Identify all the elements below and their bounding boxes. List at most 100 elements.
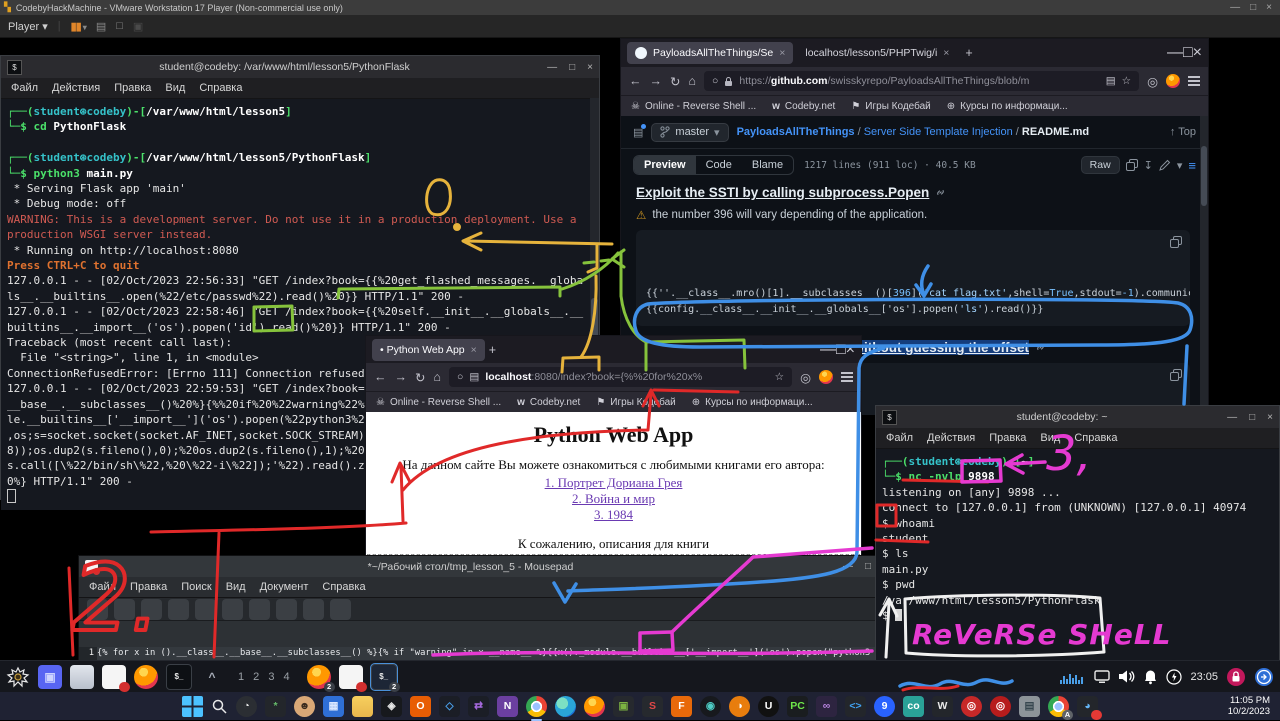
edge-browser[interactable] bbox=[555, 696, 576, 717]
maximize-icon[interactable]: □ bbox=[836, 341, 846, 358]
toolbar-button[interactable] bbox=[87, 599, 108, 620]
scrollbar-thumb[interactable] bbox=[1201, 146, 1207, 206]
forward-icon[interactable]: → bbox=[650, 74, 663, 88]
toolbar-button[interactable] bbox=[249, 599, 270, 620]
menu-actions[interactable]: Действия bbox=[927, 432, 975, 444]
close-icon[interactable]: × bbox=[1267, 412, 1273, 423]
link-icon[interactable] bbox=[935, 187, 946, 198]
minimize-icon[interactable]: — bbox=[1227, 412, 1237, 423]
toolbar-button[interactable] bbox=[276, 599, 297, 620]
mousepad-window[interactable] bbox=[339, 665, 363, 689]
screen-lock-icon[interactable] bbox=[1226, 667, 1246, 687]
red-gear-app[interactable]: ◎ bbox=[961, 696, 982, 717]
updates-icon[interactable] bbox=[1254, 667, 1274, 687]
menu-edit[interactable]: Правка bbox=[114, 82, 151, 94]
wasp-app[interactable]: W bbox=[932, 696, 953, 717]
minimize-icon[interactable]: — bbox=[820, 341, 836, 358]
minimize-icon[interactable]: — bbox=[547, 62, 557, 73]
green-app[interactable]: * bbox=[265, 696, 286, 717]
download-icon[interactable]: ↧ bbox=[1144, 159, 1153, 172]
book-link-1[interactable]: 1. Портрет Дориана Грея bbox=[545, 475, 683, 490]
mousepad-window-controls[interactable]: —□ bbox=[843, 561, 871, 572]
breadcrumb-folder[interactable]: Server Side Template Injection bbox=[864, 126, 1013, 138]
new-tab-button[interactable]: + bbox=[489, 343, 496, 357]
ctrl-alt-del-icon[interactable]: ▤ bbox=[96, 20, 106, 33]
link-icon[interactable] bbox=[1035, 342, 1046, 353]
bookmark-star-icon[interactable]: ☆ bbox=[1122, 75, 1131, 87]
pie-app[interactable]: ◕ bbox=[1077, 696, 1098, 717]
firefox-launcher[interactable] bbox=[134, 665, 158, 689]
view-switcher[interactable]: Preview Code Blame bbox=[633, 155, 794, 175]
toolbar-button[interactable] bbox=[114, 599, 135, 620]
forward-icon[interactable]: → bbox=[395, 370, 408, 384]
pocket-shield-icon[interactable]: ◎ bbox=[1147, 74, 1158, 89]
github-urlbar[interactable]: ○ https://github.com/swisskyrepo/Payload… bbox=[704, 71, 1139, 91]
breadcrumb-repo[interactable]: PayloadsAllTheThings bbox=[737, 126, 855, 138]
github-scrollbar[interactable] bbox=[1200, 116, 1208, 415]
raw-button[interactable]: Raw bbox=[1081, 156, 1120, 174]
pycharm-app[interactable]: PC bbox=[787, 696, 808, 717]
firefox-account-icon[interactable] bbox=[1166, 74, 1180, 88]
fullscreen-icon[interactable]: □ bbox=[116, 20, 123, 32]
pocket-shield-icon[interactable]: ◎ bbox=[800, 370, 811, 385]
file-tree-icon[interactable]: ▤ bbox=[633, 126, 643, 139]
blender-app[interactable]: ◑ bbox=[729, 696, 750, 717]
copy-icon[interactable] bbox=[1170, 236, 1182, 248]
windows-clock[interactable]: 11:05 PM 10/2/2023 bbox=[1228, 695, 1270, 717]
reload-icon[interactable]: ↻ bbox=[670, 74, 680, 89]
close-icon[interactable]: × bbox=[1193, 44, 1202, 61]
minimize-icon[interactable]: — bbox=[1167, 44, 1183, 61]
menu-hamburger-icon[interactable] bbox=[841, 372, 853, 382]
mousepad-launcher[interactable] bbox=[102, 665, 126, 689]
chrome-browser[interactable] bbox=[526, 696, 547, 717]
copy-icon[interactable] bbox=[1126, 159, 1138, 171]
edit-dropdown-icon[interactable]: ▾ bbox=[1177, 159, 1183, 172]
network-graph-icon[interactable] bbox=[1060, 670, 1086, 684]
bookmark-games[interactable]: ⚑Игры Кодебай bbox=[851, 101, 930, 112]
toolbar-button[interactable] bbox=[168, 599, 189, 620]
close-icon[interactable]: × bbox=[587, 62, 593, 73]
github-window-controls[interactable]: —□× bbox=[1167, 44, 1202, 62]
visual-studio-app[interactable]: ∞ bbox=[816, 696, 837, 717]
chrome-profile[interactable]: A bbox=[1048, 696, 1069, 717]
tracking-shield-icon[interactable]: ○ bbox=[457, 371, 463, 383]
menu-hamburger-icon[interactable] bbox=[1188, 76, 1200, 86]
webapp-window-controls[interactable]: —□× bbox=[820, 341, 855, 359]
bookmark-courses[interactable]: ⊕Курсы по информаци... bbox=[692, 397, 813, 408]
menu-edit[interactable]: Правка bbox=[989, 432, 1026, 444]
tab-code[interactable]: Code bbox=[696, 156, 742, 174]
outline-icon[interactable]: ≡ bbox=[1188, 158, 1196, 173]
tab-payloadsallthethings[interactable]: PayloadsAllTheThings/Se × bbox=[627, 42, 793, 64]
orange-app[interactable]: O bbox=[410, 696, 431, 717]
menu-file[interactable]: Файл bbox=[886, 432, 913, 444]
edit-pencil-icon[interactable] bbox=[1159, 159, 1171, 171]
menu-help[interactable]: Справка bbox=[199, 82, 242, 94]
maximize-icon[interactable]: □ bbox=[569, 62, 575, 73]
terminal-window-group[interactable]: $_2 bbox=[371, 664, 397, 690]
portrait-app[interactable]: ☻ bbox=[294, 696, 315, 717]
tab-python-web-app[interactable]: • Python Web App × bbox=[372, 339, 485, 361]
bookmark-reverse-shell[interactable]: ☠Online - Reverse Shell ... bbox=[376, 397, 501, 408]
red-gear-app-2[interactable]: ◎ bbox=[990, 696, 1011, 717]
terminal1-titlebar[interactable]: $ student@codeby: /var/www/html/lesson5/… bbox=[1, 56, 599, 78]
show-apps[interactable]: ^ bbox=[200, 665, 224, 689]
reload-icon[interactable]: ↻ bbox=[415, 370, 425, 385]
back-icon[interactable]: ← bbox=[374, 370, 387, 384]
power-manager-icon[interactable] bbox=[1166, 669, 1182, 685]
gauge-app[interactable]: ◔ bbox=[236, 696, 257, 717]
close-tab-icon[interactable]: × bbox=[943, 47, 949, 59]
bookmark-courses[interactable]: ⊕Курсы по информаци... bbox=[947, 101, 1068, 112]
kali-menu-icon[interactable] bbox=[6, 665, 30, 689]
menu-view[interactable]: Вид bbox=[226, 581, 246, 593]
mousepad-editor[interactable]: 1{% for x in ().__class__.__base__.__sub… bbox=[79, 621, 877, 661]
top-link[interactable]: ↑ Top bbox=[1170, 126, 1196, 138]
menu-document[interactable]: Документ bbox=[260, 581, 309, 593]
printer-app[interactable]: ▤ bbox=[1019, 696, 1040, 717]
terminal1-window-controls[interactable]: — □ × bbox=[547, 62, 593, 73]
vmware-window-controls[interactable]: —□× bbox=[1230, 2, 1272, 13]
bookmark-codeby[interactable]: wCodeby.net bbox=[772, 101, 835, 112]
f-app[interactable]: F bbox=[671, 696, 692, 717]
minimize-icon[interactable]: — bbox=[1230, 2, 1240, 13]
tracking-shield-icon[interactable]: ○ bbox=[712, 75, 718, 87]
back-icon[interactable]: ← bbox=[629, 74, 642, 88]
